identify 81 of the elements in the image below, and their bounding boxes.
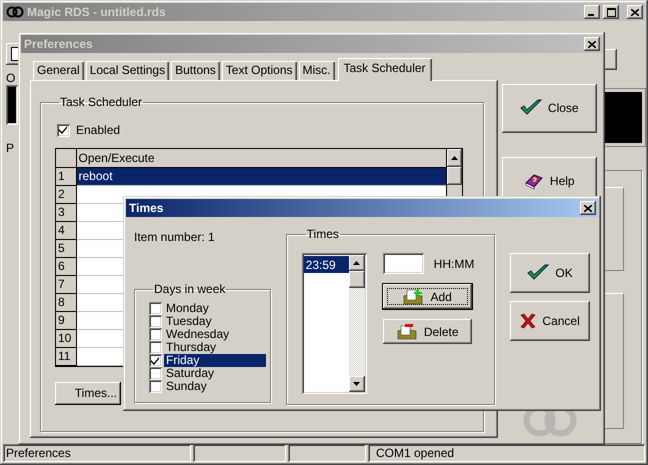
cancel-button[interactable]: Cancel bbox=[510, 301, 590, 341]
list-item[interactable]: 23:59 bbox=[304, 256, 349, 273]
row-number: 5 bbox=[56, 239, 76, 257]
checkbox-label: Enabled bbox=[76, 123, 120, 137]
folder-remove-icon bbox=[396, 322, 418, 340]
checkbox[interactable] bbox=[57, 124, 70, 136]
checkbox[interactable] bbox=[149, 367, 162, 380]
day-option[interactable]: Monday bbox=[164, 302, 266, 315]
checkbox[interactable] bbox=[149, 315, 162, 328]
day-option[interactable]: Tuesday bbox=[164, 315, 266, 328]
row-number: 7 bbox=[56, 275, 76, 293]
close-dialog-button[interactable]: Close bbox=[502, 84, 597, 133]
group-label: Task Scheduler bbox=[59, 95, 144, 109]
group-label: P bbox=[6, 141, 16, 155]
folder-plus-icon bbox=[402, 288, 424, 306]
row-number: 3 bbox=[56, 203, 76, 221]
tab[interactable]: Misc. bbox=[298, 61, 334, 80]
day-option[interactable]: Wednesday bbox=[164, 328, 266, 341]
table-cell[interactable]: reboot bbox=[76, 167, 446, 185]
row-number: 2 bbox=[56, 185, 76, 203]
day-option[interactable]: Friday bbox=[164, 354, 266, 367]
close-button[interactable] bbox=[584, 37, 600, 51]
minimize-button[interactable] bbox=[584, 5, 600, 19]
up-arrow-icon bbox=[451, 156, 458, 160]
row-number: 1 bbox=[56, 167, 76, 185]
tab[interactable]: Text Options bbox=[222, 61, 296, 80]
checkbox[interactable] bbox=[149, 354, 162, 367]
scroll-thumb[interactable] bbox=[447, 167, 462, 185]
book-icon bbox=[524, 172, 544, 190]
tab[interactable]: Buttons bbox=[171, 61, 220, 80]
checkbox[interactable] bbox=[149, 380, 162, 393]
group-label: Times bbox=[306, 227, 340, 241]
window-title: Preferences bbox=[24, 37, 94, 51]
scrollbar[interactable] bbox=[348, 255, 365, 392]
row-number: 9 bbox=[56, 311, 76, 329]
times-button[interactable]: Times... bbox=[55, 382, 121, 404]
row-number: 8 bbox=[56, 293, 76, 311]
delete-button[interactable]: Delete bbox=[382, 319, 472, 344]
close-icon bbox=[584, 204, 592, 212]
display-panel bbox=[6, 85, 18, 125]
close-button[interactable] bbox=[627, 5, 643, 19]
close-icon bbox=[588, 40, 596, 48]
check-icon bbox=[520, 99, 542, 118]
window-title: Times bbox=[129, 201, 164, 215]
column-header: Open/Execute bbox=[76, 149, 446, 167]
maximize-button[interactable] bbox=[603, 5, 619, 19]
row-number: 10 bbox=[56, 329, 76, 347]
group-label: O bbox=[6, 71, 16, 85]
day-option[interactable]: Saturday bbox=[164, 367, 266, 380]
close-icon bbox=[631, 8, 639, 16]
tab[interactable]: Task Scheduler bbox=[338, 58, 432, 81]
checkbox[interactable] bbox=[149, 302, 162, 315]
format-label: HH:MM bbox=[434, 256, 474, 270]
time-field[interactable] bbox=[382, 253, 424, 274]
checkbox[interactable] bbox=[149, 341, 162, 354]
window-title: Magic RDS - untitled.rds bbox=[27, 5, 167, 19]
add-button[interactable]: Add bbox=[382, 284, 472, 309]
ok-button[interactable]: OK bbox=[510, 253, 590, 293]
row-number: 6 bbox=[56, 257, 76, 275]
up-arrow-icon bbox=[353, 261, 360, 265]
status-text: Preferences bbox=[3, 444, 191, 462]
app-logo-icon bbox=[6, 6, 24, 18]
day-option[interactable]: Sunday bbox=[164, 380, 266, 393]
maximize-icon bbox=[606, 8, 616, 16]
item-number-text: Item number: 1 bbox=[134, 230, 216, 244]
close-button[interactable] bbox=[580, 201, 596, 215]
group-label: Days in week bbox=[153, 282, 226, 296]
day-option[interactable]: Thursday bbox=[164, 341, 266, 354]
tab[interactable]: General bbox=[33, 61, 84, 80]
scroll-down-button[interactable] bbox=[348, 376, 365, 392]
scroll-up-button[interactable] bbox=[348, 255, 365, 271]
check-icon bbox=[527, 264, 550, 282]
row-number: 4 bbox=[56, 221, 76, 239]
down-arrow-icon bbox=[353, 382, 360, 386]
scroll-up-button[interactable] bbox=[447, 149, 462, 167]
row-number: 11 bbox=[56, 347, 76, 365]
status-text: COM1 opened bbox=[368, 444, 645, 462]
tab[interactable]: Local Settings bbox=[86, 61, 170, 80]
checkbox[interactable] bbox=[149, 328, 162, 341]
scroll-thumb[interactable] bbox=[348, 271, 365, 288]
cross-icon bbox=[520, 313, 536, 329]
